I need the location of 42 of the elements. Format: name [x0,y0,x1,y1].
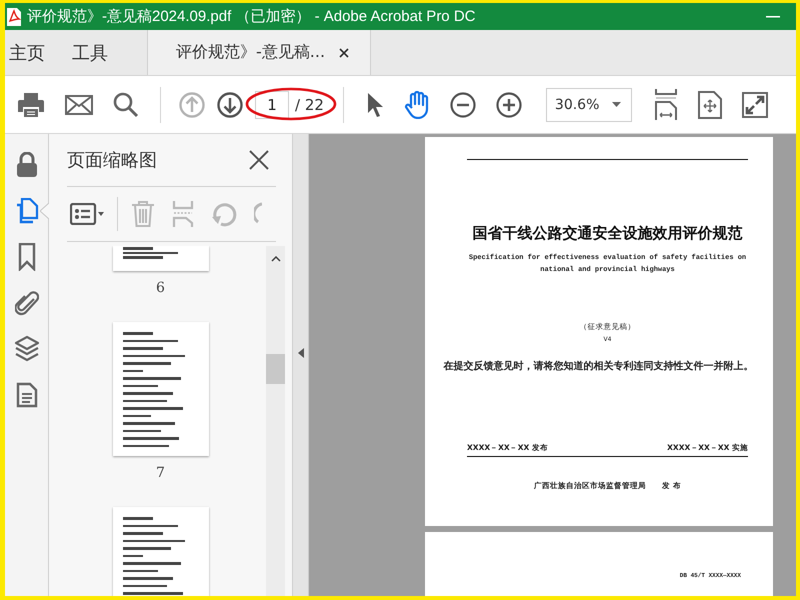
hand-icon[interactable] [404,90,430,118]
fit-width-icon[interactable] [654,88,678,120]
page-thumbnail[interactable] [112,322,208,456]
zoom-in-icon[interactable] [496,92,522,118]
pointer-icon[interactable] [366,92,384,118]
bookmark-icon[interactable] [18,243,36,271]
scrollbar-thumb[interactable] [266,354,285,384]
page-count: / 22 [295,96,324,114]
layers-icon[interactable] [14,335,40,363]
scrollbar[interactable] [266,246,285,596]
zoom-dropdown[interactable]: 30.6% [546,88,632,122]
close-icon[interactable] [339,48,350,58]
document-title: 国省干线公路交通安全设施效用评价规范 [472,224,742,243]
zoom-out-icon[interactable] [450,92,476,118]
paperclip-icon[interactable] [14,290,38,316]
scroll-up-icon[interactable] [270,256,280,262]
document-tab[interactable]: 评价规范》-意见稿... [147,30,371,75]
page-thumbnail[interactable] [112,246,208,271]
document-tab-label: 评价规范》-意见稿... [176,42,326,63]
patent-note: 在提交反馈意见时，请将您知道的相关专利连同支持性文件一并附上。 [444,359,754,373]
window-title: 评价规范》-意见稿2024.09.pdf （已加密） - Adobe Acrobat Pro DC [27,7,476,26]
fit-page-icon[interactable] [698,90,722,118]
nav-tab[interactable]: 主页 [5,30,56,75]
full-screen-icon[interactable] [742,92,768,118]
close-icon[interactable] [249,150,269,170]
nav-tab[interactable]: 工具 [68,30,119,75]
page-number-field[interactable]: 1 [255,90,289,118]
options-menu-button[interactable] [70,203,104,225]
lock-icon[interactable] [16,152,38,178]
mail-icon[interactable] [65,94,93,114]
document-icon[interactable] [16,382,38,408]
pages-icon[interactable] [14,198,38,224]
printer-icon[interactable] [17,92,45,118]
minimize-icon[interactable] [766,16,780,18]
search-icon[interactable] [113,92,139,118]
caret-icon [612,102,621,107]
page-number-label: 6 [156,280,165,296]
collapse-arrow-icon[interactable] [298,348,304,358]
pdf-file-icon [7,8,21,26]
panel-title: 页面缩略图 [67,149,157,172]
page-number-label: 7 [156,465,165,481]
list-icon [70,203,104,225]
